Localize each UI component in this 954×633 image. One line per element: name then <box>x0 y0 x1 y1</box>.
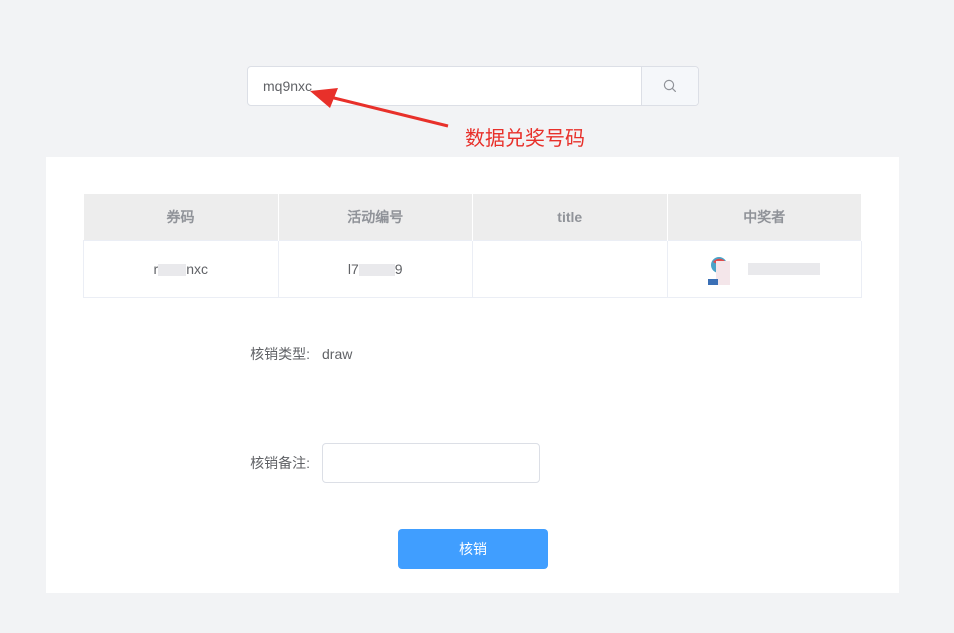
cell-code: r nxc <box>83 239 279 298</box>
result-card: 券码 活动编号 title 中奖者 r nxc l7 9 核销类型: draw … <box>46 157 899 593</box>
avatar <box>708 253 731 285</box>
cell-winner <box>666 239 862 298</box>
form-row-remark: 核销备注: <box>242 443 540 483</box>
redacted-block <box>158 263 187 276</box>
table-header-row: 券码 活动编号 title 中奖者 <box>83 194 862 240</box>
cell-title <box>472 239 668 298</box>
result-table: 券码 活动编号 title 中奖者 r nxc l7 9 <box>83 194 862 298</box>
form-row-type: 核销类型: draw <box>242 344 352 364</box>
redacted-name <box>748 262 821 275</box>
remark-label: 核销备注: <box>250 455 310 471</box>
header-title: title <box>472 194 668 240</box>
header-winner: 中奖者 <box>667 194 862 240</box>
redacted-block <box>358 263 395 276</box>
table-row: r nxc l7 9 <box>83 239 862 298</box>
cell-activity-id: l7 9 <box>277 239 473 298</box>
search-bar <box>247 66 699 106</box>
search-button[interactable] <box>641 67 698 105</box>
annotation-label: 数据兑奖号码 <box>465 126 585 150</box>
type-value: draw <box>322 346 353 362</box>
header-code: 券码 <box>83 194 279 240</box>
activity-prefix: l7 <box>347 260 359 277</box>
search-input[interactable] <box>248 67 641 105</box>
redeem-button[interactable]: 核销 <box>398 529 548 569</box>
remark-input[interactable] <box>322 443 540 483</box>
header-activity-id: 活动编号 <box>278 194 473 240</box>
code-suffix: nxc <box>186 260 208 277</box>
type-label: 核销类型: <box>250 346 310 362</box>
activity-suffix: 9 <box>394 260 403 277</box>
search-icon <box>663 79 676 92</box>
